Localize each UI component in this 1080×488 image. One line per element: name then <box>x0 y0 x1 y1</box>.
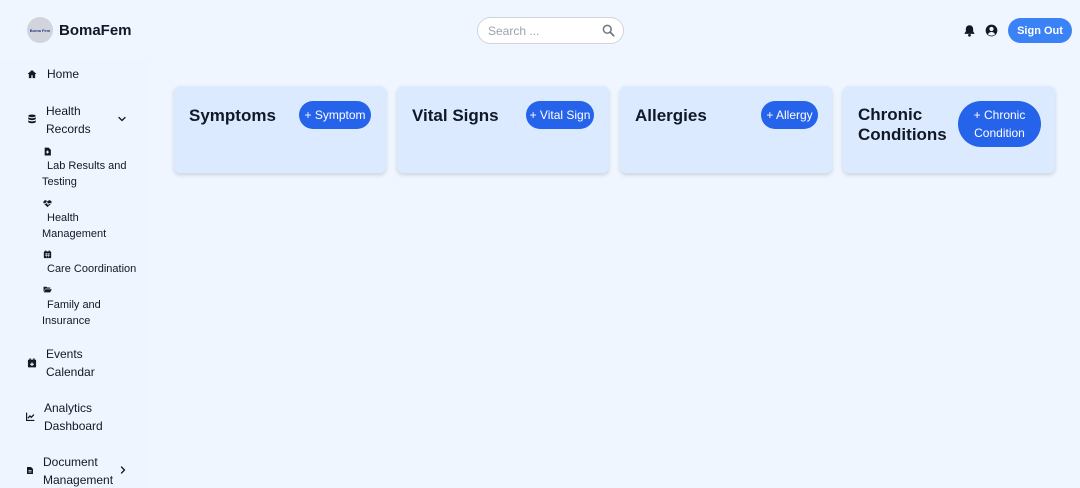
add-chronic-condition-button[interactable]: + Chronic Condition <box>958 101 1041 147</box>
search-input[interactable] <box>488 22 598 40</box>
card-title: Vital Signs <box>412 106 499 125</box>
add-allergy-button[interactable]: + Allergy <box>761 101 818 129</box>
brand[interactable]: Boma Fem BomaFem <box>27 17 132 43</box>
sidebar-item-label: Document <box>43 455 98 469</box>
sidebar-subitem-label: Management <box>42 228 107 240</box>
card-title: Symptoms <box>189 106 276 125</box>
sidebar-item-label: Calendar <box>46 365 95 379</box>
sidebar-item-label: Dashboard <box>44 419 103 433</box>
user-circle-icon[interactable] <box>985 24 998 37</box>
sidebar: Home Health Records Lab Results and Test… <box>0 60 148 488</box>
sidebar-subitem-health-management[interactable]: Health Management <box>40 198 145 240</box>
sidebar-item-label: Analytics <box>44 401 93 415</box>
card-title: Conditions <box>858 125 947 144</box>
sidebar-item-label: Management <box>43 473 114 487</box>
add-symptom-button[interactable]: + Symptom <box>299 101 371 129</box>
sidebar-item-label: Events <box>46 347 83 361</box>
file-icon <box>27 467 33 474</box>
sidebar-item-analytics-dashboard[interactable]: Analytics Dashboard <box>0 398 148 436</box>
card-symptoms: Symptoms + Symptom <box>174 86 386 173</box>
calendar-icon <box>43 250 52 259</box>
sidebar-item-health-records[interactable]: Health Records <box>0 100 148 138</box>
database-icon <box>28 114 36 124</box>
brand-name: BomaFem <box>59 21 132 39</box>
calendar-plus-icon <box>27 358 37 368</box>
card-title: Allergies <box>635 106 707 125</box>
sidebar-subitem-label: Care Coordination <box>47 263 137 275</box>
sign-out-button[interactable]: Sign Out <box>1008 18 1072 43</box>
card-title: Chronic <box>858 105 923 124</box>
sidebar-item-label: Records <box>46 122 91 136</box>
card-chronic-conditions: Chronic Conditions + Chronic Condition <box>843 86 1055 173</box>
top-header: Boma Fem BomaFem Sign Out <box>0 0 1080 60</box>
logo-text: Boma Fem <box>29 27 51 33</box>
chevron-right-icon[interactable] <box>119 466 127 474</box>
button-label: + Chronic <box>973 108 1026 122</box>
sidebar-subitem-label: Insurance <box>42 315 91 327</box>
chevron-down-icon[interactable] <box>118 115 126 123</box>
bell-icon[interactable] <box>963 24 976 37</box>
card-allergies: Allergies + Allergy <box>620 86 832 173</box>
folder-open-icon <box>43 286 52 293</box>
button-label: Condition <box>974 126 1025 140</box>
sidebar-subitem-family-insurance[interactable]: Family and Insurance <box>40 285 145 327</box>
sidebar-subitem-care-coordination[interactable]: Care Coordination <box>40 250 145 276</box>
sidebar-item-document-management[interactable]: Document Management <box>0 452 148 488</box>
brand-logo: Boma Fem <box>27 17 53 43</box>
heartbeat-icon <box>43 200 52 208</box>
sidebar-subitem-label: Testing <box>42 176 77 188</box>
search-icon[interactable] <box>602 24 615 37</box>
add-vital-sign-button[interactable]: + Vital Sign <box>526 101 594 129</box>
chart-line-icon <box>26 412 35 421</box>
sidebar-subitem-lab-results[interactable]: Lab Results and Testing <box>40 146 145 188</box>
sidebar-item-home[interactable]: Home <box>0 60 148 88</box>
sidebar-item-events-calendar[interactable]: Events Calendar <box>0 344 148 382</box>
card-vital-signs: Vital Signs + Vital Sign <box>397 86 609 173</box>
sidebar-item-label: Health <box>46 104 81 118</box>
home-icon <box>27 69 37 79</box>
file-medical-icon <box>44 147 51 156</box>
search-box <box>477 17 624 44</box>
sidebar-item-label: Home <box>47 67 80 81</box>
